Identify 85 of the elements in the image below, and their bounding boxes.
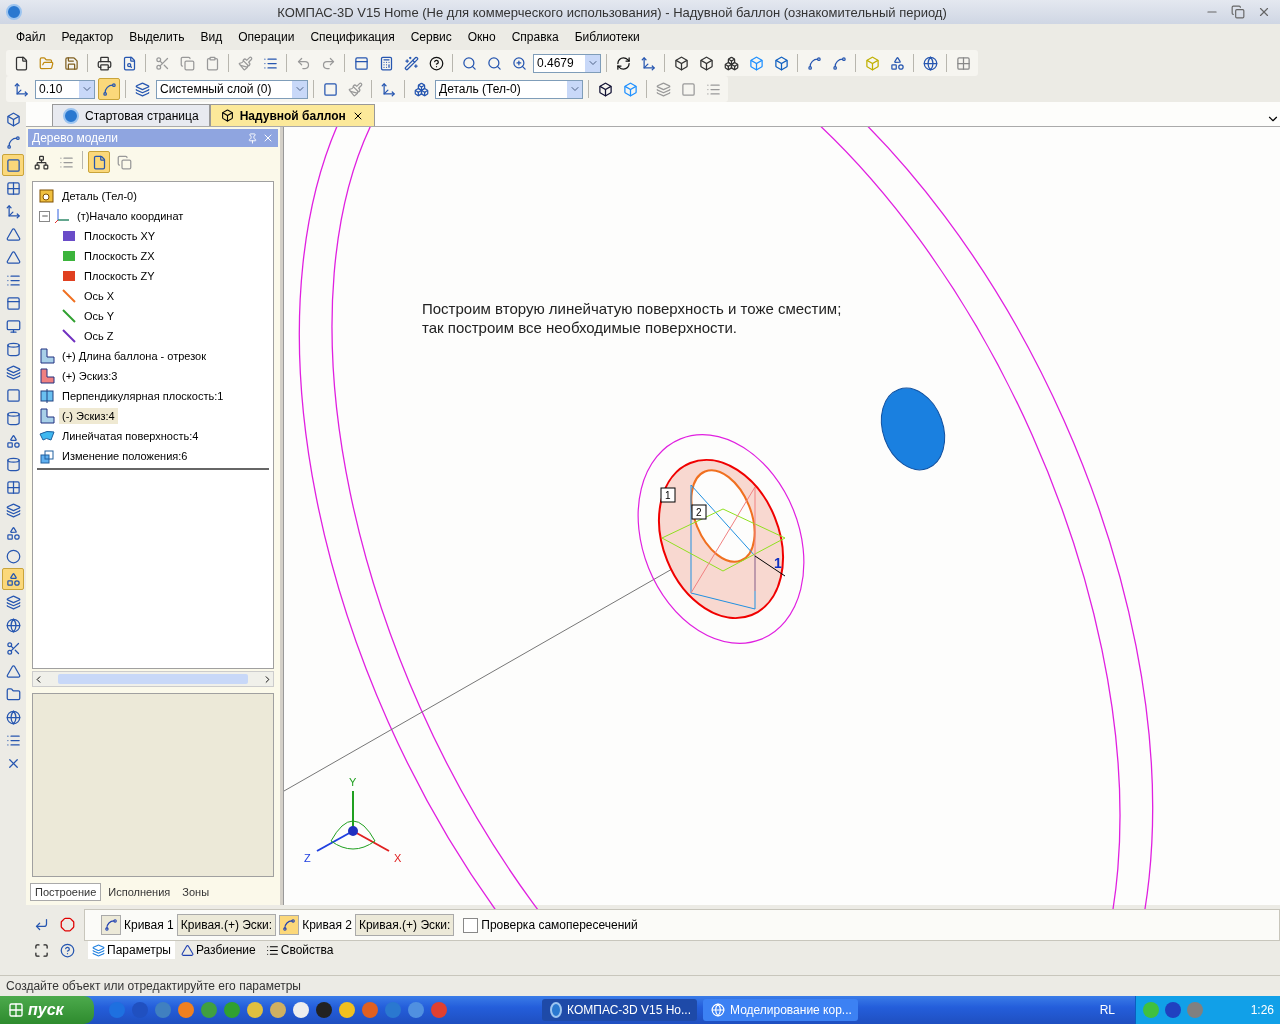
tree-item[interactable]: Плоскость ZY — [81, 268, 158, 284]
tree-item[interactable]: (+) Эскиз:3 — [59, 368, 121, 384]
restore-icon[interactable] — [1231, 5, 1245, 19]
part-icon — [220, 109, 234, 122]
curve-field[interactable]: Кривая.(+) Эски: — [354, 914, 455, 936]
checkbox-label: Проверка самопересечений — [481, 918, 638, 932]
list-icon — [265, 943, 279, 957]
field-label: Кривая 2 — [302, 918, 352, 932]
part-icon — [39, 188, 55, 204]
scrollbar[interactable] — [32, 671, 274, 687]
panel-title: Дерево модели — [32, 131, 120, 145]
menu-item[interactable]: Сервис — [402, 27, 460, 47]
tree-item[interactable]: (+) Длина баллона - отрезок — [59, 348, 210, 364]
curve-field[interactable]: Кривая.(+) Эски: — [176, 914, 277, 936]
axis-label: X — [394, 852, 402, 864]
field-label: Кривая 1 — [124, 918, 174, 932]
taskbar-button[interactable]: КОМПАС-3D V15 Ho... — [542, 999, 697, 1021]
axis-icon — [61, 308, 77, 324]
menu-item[interactable]: Спецификация — [302, 27, 403, 47]
axis-label: Y — [349, 776, 357, 788]
dimension-label: 1 — [774, 555, 782, 571]
start-button[interactable]: пуск — [0, 996, 94, 1024]
sketch-icon — [39, 348, 55, 364]
taskbar-button[interactable]: Моделирование кор... — [703, 999, 858, 1021]
curve-icon — [104, 918, 118, 932]
sketch-icon — [39, 408, 55, 424]
properties-tab[interactable]: Параметры — [88, 941, 175, 959]
window-title: КОМПАС-3D V15 Home (Не для коммерческого использования) - Надувной баллон (ознакомительный период) — [276, 4, 948, 20]
launch-icon[interactable] — [269, 1001, 287, 1019]
properties-tab[interactable]: Разбиение — [176, 941, 260, 959]
tree-item[interactable]: Плоскость ZX — [81, 248, 158, 264]
tree-item[interactable]: Линейчатая поверхность:4 — [59, 428, 202, 444]
layers-icon — [92, 943, 105, 957]
app-logo — [63, 107, 79, 124]
tree-item[interactable]: Изменение положения:6 — [59, 448, 191, 464]
launch-icon[interactable] — [292, 1001, 310, 1019]
globe-icon — [711, 1003, 725, 1017]
launch-icon[interactable] — [177, 1001, 195, 1019]
panel-tab[interactable]: Исполнения — [103, 883, 176, 901]
axis-icon — [61, 328, 77, 344]
triangle-icon — [180, 943, 194, 957]
tree-item[interactable]: (-) Эскиз:4 — [59, 408, 118, 424]
menu-item[interactable]: Редактор — [53, 27, 122, 47]
tree-item[interactable]: (т)Начало координат — [74, 208, 187, 224]
tab-label: Надувной баллон — [239, 108, 346, 123]
menu-item[interactable]: Окно — [459, 27, 504, 47]
curve-icon — [282, 918, 297, 932]
launch-icon[interactable] — [338, 1001, 356, 1019]
tree-item[interactable]: Ось Z — [81, 328, 117, 344]
launch-icon[interactable] — [246, 1001, 264, 1019]
tree-item[interactable]: Ось Y — [81, 308, 118, 324]
tree-item[interactable]: Плоскость XY — [81, 228, 159, 244]
note-text: Построим вторую линейчатую поверхность и тоже сместим; так построим все необходимые поверхности. — [422, 299, 842, 337]
document-icon[interactable] — [88, 151, 110, 173]
menu-item[interactable]: Справка — [503, 27, 567, 47]
tray-icon[interactable] — [1164, 1001, 1182, 1019]
axis-icon — [61, 288, 77, 304]
point-label: 2 — [691, 504, 707, 520]
menu-item[interactable]: Выделить — [121, 27, 193, 47]
tree-item[interactable]: Ось X — [81, 288, 118, 304]
menu-item[interactable]: Операции — [230, 27, 303, 47]
curve-select-button[interactable] — [279, 915, 300, 935]
tree-item[interactable]: Перпендикулярная плоскость:1 — [59, 388, 227, 404]
menu-item[interactable]: Вид — [192, 27, 231, 47]
point-label: 1 — [660, 487, 676, 503]
app-logo — [550, 1002, 563, 1018]
axis-label: Z — [304, 852, 311, 864]
panel-tab[interactable]: Зоны — [177, 883, 215, 901]
menu-item[interactable]: Библиотеки — [566, 27, 648, 47]
move-icon — [39, 448, 55, 464]
clock: 1:26 — [1250, 1003, 1274, 1017]
language-indicator[interactable]: RL — [1099, 1003, 1129, 1017]
document-tab[interactable]: Стартовая страница — [52, 104, 210, 126]
axes-icon — [54, 208, 70, 224]
curve-select-button[interactable] — [101, 915, 121, 935]
document-tab[interactable]: Надувной баллон — [209, 104, 375, 126]
properties-tab[interactable]: Свойства — [261, 941, 338, 959]
panel-tab[interactable]: Построение — [30, 883, 102, 901]
tree-item[interactable]: Деталь (Тел-0) — [59, 188, 140, 204]
menu-item[interactable]: Файл — [8, 27, 54, 47]
sketch-icon — [39, 368, 55, 384]
app-logo — [6, 4, 22, 20]
launch-icon[interactable] — [315, 1001, 333, 1019]
tab-label: Стартовая страница — [85, 108, 199, 123]
checkbox[interactable] — [463, 917, 479, 933]
